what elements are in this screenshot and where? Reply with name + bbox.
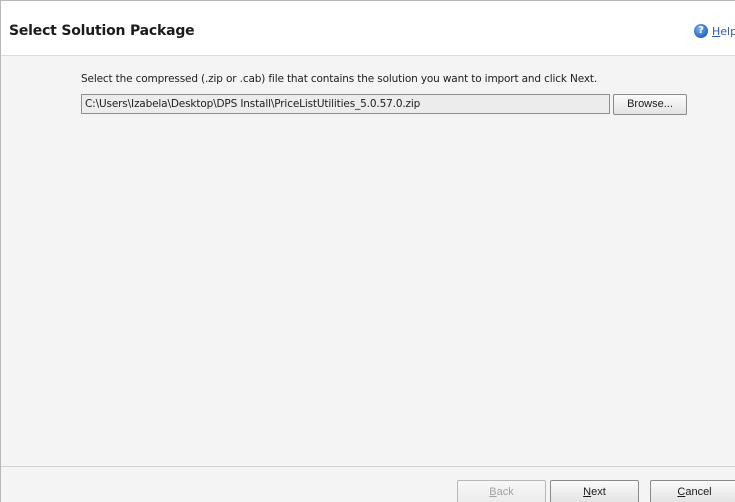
back-label-rest: ack	[496, 486, 514, 498]
help-link[interactable]: ? Help	[694, 24, 735, 38]
instruction-text: Select the compressed (.zip or .cab) fil…	[81, 73, 598, 85]
dialog-footer: Back Next Cancel	[1, 466, 735, 502]
next-label-rest: ext	[591, 486, 606, 498]
page-title: Select Solution Package	[9, 23, 195, 39]
next-button[interactable]: Next	[550, 480, 639, 502]
import-solution-dialog: Select Solution Package ? Help Select th…	[0, 0, 735, 502]
help-icon[interactable]: ?	[694, 24, 708, 38]
help-label[interactable]: Help	[712, 25, 735, 38]
browse-button[interactable]: Browse...	[613, 94, 687, 115]
cancel-button[interactable]: Cancel	[650, 480, 735, 502]
back-button[interactable]: Back	[457, 480, 546, 502]
back-accesskey: B	[489, 486, 497, 498]
file-path-field[interactable]	[81, 94, 610, 114]
dialog-content: Select the compressed (.zip or .cab) fil…	[1, 55, 735, 466]
next-accesskey: N	[583, 486, 592, 498]
cancel-label-rest: ancel	[685, 486, 712, 498]
dialog-header: Select Solution Package ? Help	[1, 1, 735, 55]
help-label-rest: elp	[720, 24, 735, 38]
